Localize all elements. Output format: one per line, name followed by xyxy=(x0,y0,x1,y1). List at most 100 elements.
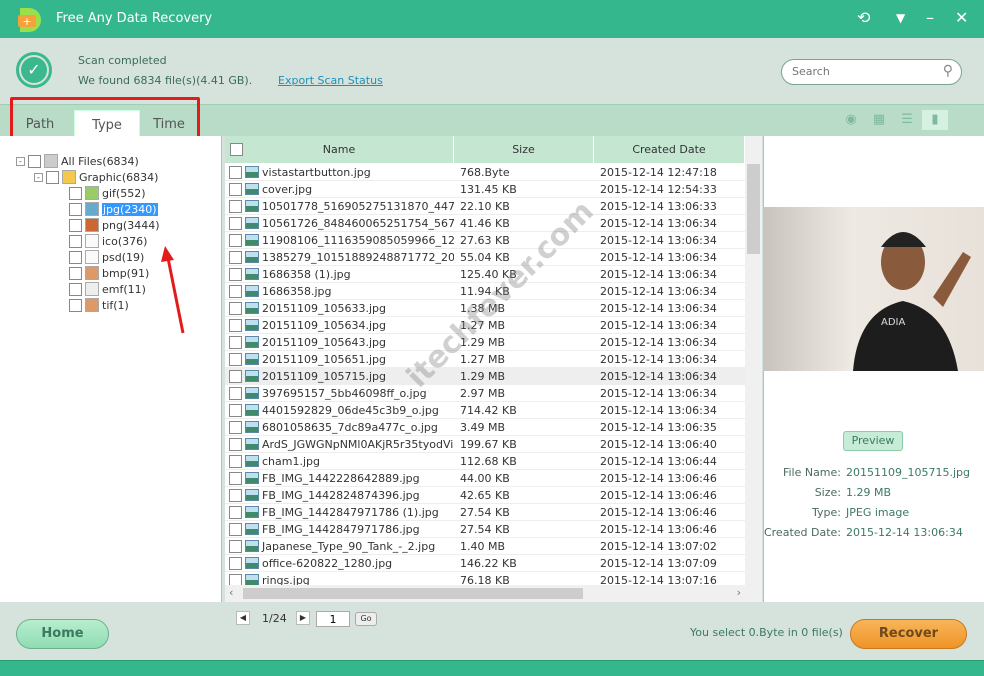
row-checkbox[interactable] xyxy=(229,556,242,570)
row-checkbox[interactable] xyxy=(229,352,242,366)
page-number-input[interactable] xyxy=(316,611,350,627)
list-icon[interactable]: ☰ xyxy=(896,110,918,130)
table-row[interactable]: FB_IMG_1442228642889.jpg 44.00 KB 2015-12-… xyxy=(225,470,745,487)
row-checkbox[interactable] xyxy=(229,505,242,519)
table-row[interactable]: 10501778_516905275131870_4471... 22.10 KB… xyxy=(225,198,745,215)
row-checkbox[interactable] xyxy=(229,420,242,434)
grid-icon[interactable]: ▦ xyxy=(868,110,890,130)
row-checkbox[interactable] xyxy=(229,471,242,485)
table-row[interactable]: cover.jpg 131.45 KB 2015-12-14 12:54:33 xyxy=(225,181,745,198)
row-checkbox[interactable] xyxy=(229,267,242,281)
table-row[interactable]: 1385279_10151889248871772_200... 55.04 KB… xyxy=(225,249,745,266)
collapse-icon[interactable]: - xyxy=(16,156,25,166)
tree-checkbox[interactable] xyxy=(69,186,82,200)
row-checkbox[interactable] xyxy=(229,488,242,502)
row-checkbox[interactable] xyxy=(229,250,242,264)
row-checkbox[interactable] xyxy=(229,522,242,536)
table-row[interactable]: 4401592829_06de45c3b9_o.jpg 714.42 KB 2015… xyxy=(225,402,745,419)
row-checkbox[interactable] xyxy=(229,369,242,383)
preview-button[interactable]: Preview xyxy=(843,431,903,451)
table-row[interactable]: 20151109_105633.jpg 1.38 MB 2015-12-14 13:… xyxy=(225,300,745,317)
tab-type[interactable]: Type xyxy=(74,110,140,136)
go-button[interactable]: Go xyxy=(355,612,377,626)
search-input[interactable] xyxy=(792,65,932,78)
row-checkbox[interactable] xyxy=(229,539,242,553)
tree-checkbox[interactable] xyxy=(69,298,82,312)
collapse-icon[interactable]: - xyxy=(34,172,43,182)
tree-checkbox[interactable] xyxy=(46,170,59,184)
row-checkbox[interactable] xyxy=(229,386,242,400)
tree-node[interactable]: emf(11) xyxy=(69,281,146,297)
row-checkbox[interactable] xyxy=(229,182,242,196)
eye-icon[interactable]: ◉ xyxy=(840,110,862,130)
row-checkbox[interactable] xyxy=(229,403,242,417)
row-checkbox[interactable] xyxy=(229,216,242,230)
row-checkbox[interactable] xyxy=(229,437,242,451)
row-checkbox[interactable] xyxy=(229,454,242,468)
vertical-scroll-thumb[interactable] xyxy=(747,164,760,254)
tree-node[interactable]: bmp(91) xyxy=(69,265,149,281)
table-row[interactable]: FB_IMG_1442847971786.jpg 27.54 KB 2015-12-… xyxy=(225,521,745,538)
search-icon[interactable]: ⚲ xyxy=(943,63,953,79)
tree-node[interactable]: png(3444) xyxy=(69,217,160,233)
tree-checkbox[interactable] xyxy=(69,202,82,216)
tree-checkbox[interactable] xyxy=(28,154,41,168)
select-all-checkbox[interactable] xyxy=(230,143,243,156)
tree-node[interactable]: - All Files(6834) xyxy=(16,153,139,169)
table-row[interactable]: 20151109_105643.jpg 1.29 MB 2015-12-14 13:… xyxy=(225,334,745,351)
tree-node[interactable]: tif(1) xyxy=(69,297,129,313)
row-checkbox[interactable] xyxy=(229,284,242,298)
menu-dropdown-icon[interactable]: ▼ xyxy=(896,11,905,25)
tab-time[interactable]: Time xyxy=(136,110,202,136)
tree-checkbox[interactable] xyxy=(69,282,82,296)
export-scan-status-link[interactable]: Export Scan Status xyxy=(278,74,383,87)
tree-node[interactable]: jpg(2340) xyxy=(69,201,158,217)
tree-checkbox[interactable] xyxy=(69,250,82,264)
table-row[interactable]: FB_IMG_1442824874396.jpg 42.65 KB 2015-12-… xyxy=(225,487,745,504)
table-row[interactable]: 1686358 (1).jpg 125.40 KB 2015-12-14 13:06… xyxy=(225,266,745,283)
column-size[interactable]: Size xyxy=(454,136,594,163)
tab-path[interactable]: Path xyxy=(7,110,73,136)
scroll-right-icon[interactable]: › xyxy=(737,586,741,599)
column-name[interactable]: Name xyxy=(225,136,454,163)
table-row[interactable]: office-620822_1280.jpg 146.22 KB 2015-12-1… xyxy=(225,555,745,572)
row-checkbox[interactable] xyxy=(229,165,242,179)
scroll-left-icon[interactable]: ‹ xyxy=(229,586,233,599)
table-row[interactable]: 20151109_105634.jpg 1.27 MB 2015-12-14 13:… xyxy=(225,317,745,334)
search-box[interactable]: ⚲ xyxy=(781,59,962,85)
table-row[interactable]: 397695157_5bb46098ff_o.jpg 2.97 MB 2015-12… xyxy=(225,385,745,402)
row-checkbox[interactable] xyxy=(229,301,242,315)
close-button[interactable]: ✕ xyxy=(955,8,968,27)
table-row[interactable]: vistastartbutton.jpg 768.Byte 2015-12-14 1… xyxy=(225,164,745,181)
horizontal-scroll-thumb[interactable] xyxy=(243,588,583,599)
recover-button[interactable]: Recover xyxy=(850,619,967,649)
history-icon[interactable]: ⟲ xyxy=(857,8,870,27)
prev-page-button[interactable]: ◀ xyxy=(236,611,250,625)
tree-node[interactable]: - Graphic(6834) xyxy=(34,169,158,185)
minimize-button[interactable]: – xyxy=(926,8,934,27)
table-row[interactable]: 6801058635_7dc89a477c_o.jpg 3.49 MB 2015-1… xyxy=(225,419,745,436)
table-row[interactable]: ArdS_JGWGNpNMl0AKjR5r35tyodVia... 199.67 … xyxy=(225,436,745,453)
table-row[interactable]: 10561726_848460065251754_5677... 41.46 KB… xyxy=(225,215,745,232)
tree-checkbox[interactable] xyxy=(69,218,82,232)
row-checkbox[interactable] xyxy=(229,318,242,332)
next-page-button[interactable]: ▶ xyxy=(296,611,310,625)
tree-node[interactable]: psd(19) xyxy=(69,249,144,265)
row-checkbox[interactable] xyxy=(229,233,242,247)
row-checkbox[interactable] xyxy=(229,199,242,213)
home-button[interactable]: Home xyxy=(16,619,109,649)
table-row[interactable]: cham1.jpg 112.68 KB 2015-12-14 13:06:44 xyxy=(225,453,745,470)
tree-checkbox[interactable] xyxy=(69,234,82,248)
table-row[interactable]: Japanese_Type_90_Tank_-_2.jpg 1.40 MB 2015… xyxy=(225,538,745,555)
table-row[interactable]: FB_IMG_1442847971786 (1).jpg 27.54 KB 2015… xyxy=(225,504,745,521)
tree-node[interactable]: gif(552) xyxy=(69,185,146,201)
table-row[interactable]: 11908106_1116359085059966_128... 27.63 KB… xyxy=(225,232,745,249)
table-row[interactable]: 20151109_105651.jpg 1.27 MB 2015-12-14 13:… xyxy=(225,351,745,368)
detail-pane-icon[interactable]: ▮ xyxy=(922,110,948,130)
row-checkbox[interactable] xyxy=(229,335,242,349)
table-row[interactable]: 1686358.jpg 11.94 KB 2015-12-14 13:06:34 xyxy=(225,283,745,300)
table-row[interactable]: 20151109_105715.jpg 1.29 MB 2015-12-14 13:… xyxy=(225,368,745,385)
tree-node[interactable]: ico(376) xyxy=(69,233,147,249)
tree-checkbox[interactable] xyxy=(69,266,82,280)
column-created-date[interactable]: Created Date xyxy=(594,136,745,163)
